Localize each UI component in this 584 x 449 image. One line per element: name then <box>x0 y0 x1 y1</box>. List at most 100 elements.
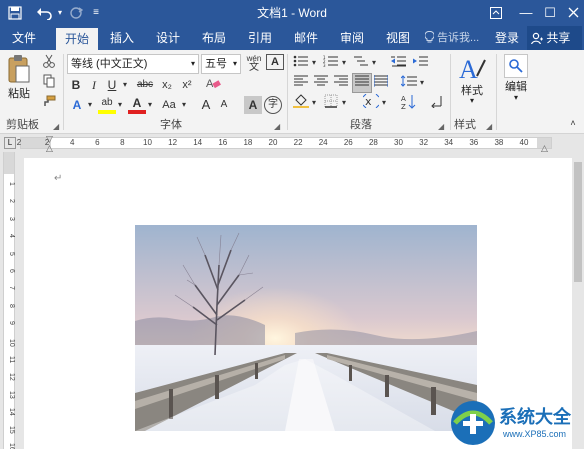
vertical-ruler-number: 3 <box>8 216 15 221</box>
share-button[interactable]: 共享 <box>527 26 582 50</box>
tab-home[interactable]: 开始 <box>56 28 98 50</box>
font-color-button[interactable]: A <box>128 96 146 114</box>
chevron-down-icon[interactable]: ▾ <box>120 76 130 94</box>
tab-file[interactable]: 文件 <box>4 26 44 50</box>
svg-text:A: A <box>401 95 406 103</box>
decrease-indent-icon[interactable] <box>390 54 408 72</box>
inserted-picture[interactable] <box>135 225 477 431</box>
vertical-ruler[interactable]: 1 2 3 4 5 6 7 8 9 10 11 12 13 14 15 16 <box>0 152 18 449</box>
tell-me-box[interactable]: 告诉我... <box>424 26 480 50</box>
tab-mailings[interactable]: 邮件 <box>288 26 324 50</box>
underline-button[interactable]: U <box>104 76 120 94</box>
chevron-down-icon[interactable]: ▾ <box>340 94 348 112</box>
shrink-font-button[interactable]: A <box>216 96 232 114</box>
italic-button[interactable]: I <box>86 76 102 94</box>
bullets-icon[interactable] <box>292 54 310 72</box>
strikethrough-button[interactable]: abc <box>134 76 156 94</box>
vruler-margin-top <box>4 152 14 174</box>
sort-icon[interactable]: AZ <box>400 94 418 112</box>
show-marks-icon[interactable] <box>428 94 446 112</box>
vertical-ruler-track <box>3 152 15 449</box>
tab-review[interactable]: 审阅 <box>334 26 370 50</box>
char-shading-button[interactable]: A <box>244 96 262 114</box>
ruler-number: 8 <box>120 138 125 147</box>
tab-layout[interactable]: 布局 <box>196 26 232 50</box>
ruler-number: 4 <box>69 138 75 147</box>
text-effects-button[interactable]: A <box>68 96 86 114</box>
highlight-button[interactable]: ab <box>98 96 116 114</box>
maximize-button[interactable]: ☐ <box>540 0 560 26</box>
chevron-down-icon[interactable]: ▾ <box>116 96 124 114</box>
clipboard-launcher-icon[interactable]: ◢ <box>53 122 59 131</box>
svg-text:x: x <box>365 95 372 108</box>
snow-bridge-photo <box>135 225 477 431</box>
increase-indent-icon[interactable] <box>412 54 430 72</box>
chevron-down-icon[interactable]: ▾ <box>180 96 188 114</box>
asian-layout-icon[interactable]: x <box>362 93 380 112</box>
chevron-down-icon[interactable]: ▾ <box>370 54 378 72</box>
ruler-number: 18 <box>243 138 253 147</box>
ribbon-display-icon[interactable] <box>486 0 506 26</box>
editing-button[interactable]: 编辑 ▾ <box>500 54 532 110</box>
font-size-select[interactable]: 五号 ▾ <box>201 54 241 74</box>
grow-font-button[interactable]: A <box>198 96 214 114</box>
paragraph-group-label: 段落 <box>350 119 372 131</box>
shading-icon[interactable] <box>292 94 310 112</box>
chevron-down-icon[interactable]: ▾ <box>86 96 94 114</box>
vertical-ruler-number: 11 <box>8 356 15 364</box>
copy-icon[interactable] <box>40 74 58 92</box>
vertical-ruler-number: 7 <box>8 286 15 291</box>
multilevel-list-icon[interactable] <box>352 54 370 72</box>
chevron-down-icon[interactable]: ▾ <box>340 54 348 72</box>
borders-icon[interactable] <box>322 94 340 112</box>
divider <box>63 54 64 130</box>
chevron-down-icon[interactable]: ▾ <box>380 94 388 112</box>
close-button[interactable] <box>563 0 583 26</box>
paste-button[interactable]: 粘贴 <box>4 54 34 108</box>
tab-references[interactable]: 引用 <box>242 26 278 50</box>
superscript-button[interactable]: x² <box>178 76 196 94</box>
ruler-number: 10 <box>143 138 152 147</box>
align-center-icon[interactable] <box>312 74 330 92</box>
change-case-button[interactable]: Aa <box>158 96 180 114</box>
ruler-number: 26 <box>343 138 353 147</box>
align-left-icon[interactable] <box>292 74 310 92</box>
format-painter-icon[interactable] <box>40 94 58 112</box>
styles-group-label: 样式 <box>454 119 476 131</box>
line-spacing-icon[interactable] <box>400 74 418 92</box>
styles-launcher-icon[interactable]: ◢ <box>486 122 492 131</box>
subscript-button[interactable]: x₂ <box>158 76 176 94</box>
paragraph-launcher-icon[interactable]: ◢ <box>438 122 444 131</box>
clear-formatting-icon[interactable]: A <box>204 76 222 94</box>
editing-label: 编辑 <box>505 81 527 93</box>
justify-icon[interactable] <box>352 73 372 93</box>
font-launcher-icon[interactable]: ◢ <box>274 122 280 131</box>
char-border-button[interactable]: A <box>266 54 284 70</box>
login-link[interactable]: 登录 <box>490 26 524 50</box>
font-name-select[interactable]: 等线 (中文正文) ▾ <box>67 54 199 74</box>
chevron-down-icon[interactable]: ▾ <box>310 54 318 72</box>
tab-insert[interactable]: 插入 <box>104 26 140 50</box>
numbering-icon[interactable]: 123 <box>322 54 340 72</box>
ruler-number: 38 <box>494 138 504 147</box>
enclose-char-button[interactable]: 字 <box>264 96 282 114</box>
styles-button[interactable]: A 样式 ▾ <box>454 54 490 110</box>
ruler-number: 40 <box>519 138 529 147</box>
align-right-icon[interactable] <box>332 74 350 92</box>
cut-icon[interactable] <box>40 54 58 72</box>
scroll-thumb[interactable] <box>574 162 582 282</box>
collapse-ribbon-icon[interactable]: ˄ <box>566 114 580 132</box>
ruler-number: 34 <box>444 138 454 147</box>
tab-design[interactable]: 设计 <box>150 26 186 50</box>
tab-view[interactable]: 视图 <box>380 26 416 50</box>
chevron-down-icon[interactable]: ▾ <box>310 94 318 112</box>
minimize-button[interactable]: — <box>516 0 536 26</box>
distributed-icon[interactable] <box>372 74 390 92</box>
chevron-down-icon[interactable]: ▾ <box>146 96 154 114</box>
chevron-down-icon[interactable]: ▾ <box>418 74 426 92</box>
wen-button[interactable]: wén 文 <box>244 54 264 73</box>
tell-me-label: 告诉我... <box>437 32 480 44</box>
vertical-ruler-number: 5 <box>8 251 15 256</box>
horizontal-ruler[interactable]: L 2 2 4 6 8 10 12 14 16 18 20 22 24 26 28 30 32 34 36 38 40 … <box>0 134 584 153</box>
bold-button[interactable]: B <box>68 76 84 94</box>
